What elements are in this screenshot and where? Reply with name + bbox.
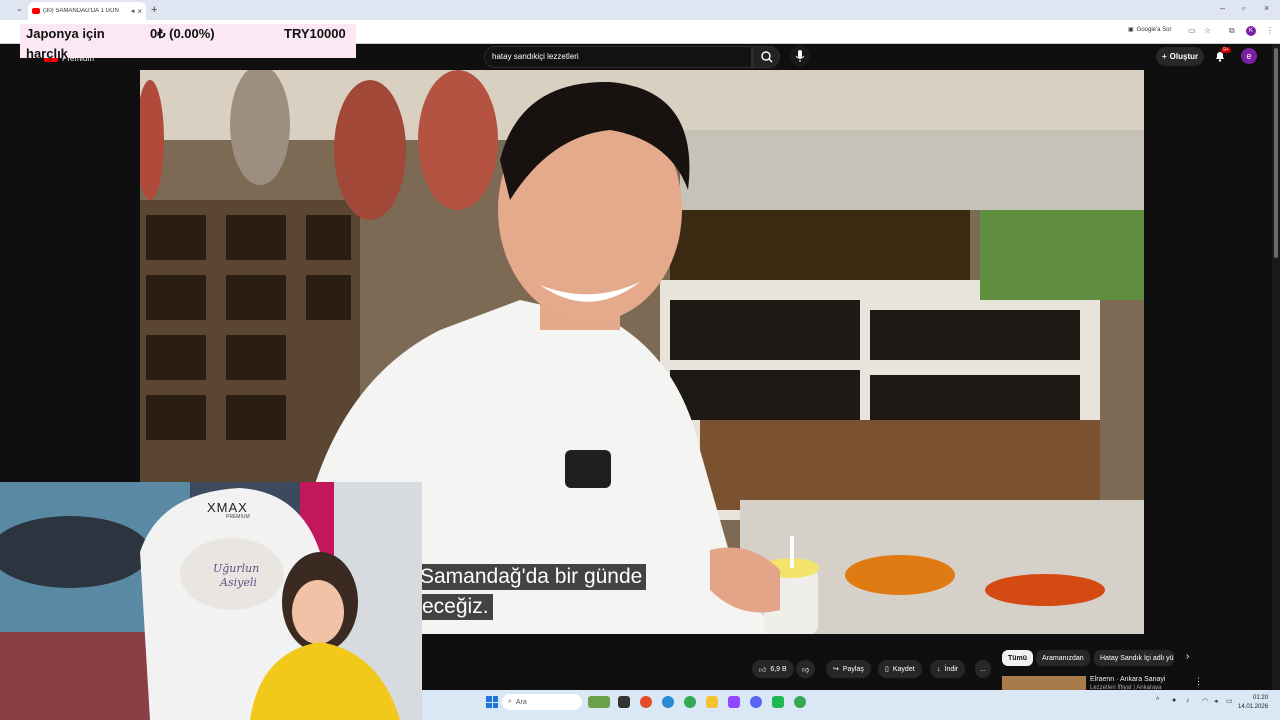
file-explorer-icon[interactable] (706, 696, 718, 708)
taskbar-search-input[interactable]: ⌕ Ara (502, 694, 582, 710)
notification-badge: 9+ (1221, 47, 1231, 53)
chips-next-icon[interactable]: › (1186, 651, 1189, 662)
discord-icon[interactable] (750, 696, 762, 708)
taskbar-clock[interactable]: 01:20 14.01.2026 (1238, 694, 1268, 712)
task-view-icon[interactable] (618, 696, 630, 708)
voice-search-button[interactable] (790, 46, 810, 66)
share-icon: ↪ (833, 666, 839, 673)
subtitle-line-2: eceğiz. (418, 594, 493, 620)
pillow-text-line2: Asiyeli (220, 576, 257, 589)
recommendation-thumbnail[interactable] (1002, 676, 1086, 690)
thumbs-down-icon: 👎︎ (802, 666, 810, 674)
webcam-feed: XMAX PREMIUM Uğurlun Asiyeli (0, 482, 422, 720)
wifi-icon[interactable]: ◠ (1202, 697, 1208, 705)
share-label: Paylaş (842, 665, 864, 673)
search-icon (761, 51, 773, 63)
minimize-icon[interactable]: – (1220, 3, 1225, 13)
chip-all[interactable]: Tümü (1002, 650, 1034, 666)
google-sor-label: Google'a Sor (1136, 26, 1172, 33)
recommendation-menu-icon[interactable]: ⋮ (1194, 676, 1203, 687)
subtitle-line-1: Samandağ'da bir günde (416, 564, 647, 590)
recommendation-title[interactable]: Elraenn · Ankara Sanayi (1090, 676, 1166, 683)
youtube-favicon-icon (32, 8, 40, 14)
tray-chevron-icon[interactable]: ^ (1156, 697, 1159, 704)
goal-title-line1: Japonya için (26, 26, 105, 41)
weather-widget-icon[interactable] (588, 696, 610, 708)
tab-title: (30) SAMANDAĞ'DA 1 GÜN (43, 8, 119, 14)
speaker-icon[interactable]: ◂ (131, 7, 135, 15)
extensions-icon[interactable]: ⧉ (1229, 26, 1235, 36)
chrome-profile-icon[interactable] (794, 696, 806, 708)
download-button[interactable]: ↓ İndir (930, 660, 966, 678)
tray-app-icon[interactable]: ● (1172, 697, 1176, 704)
app-icon-1[interactable] (640, 696, 652, 708)
goal-amount: 0₺ (0.00%) (150, 26, 215, 41)
tab-search-icon[interactable]: ⌄ (16, 4, 23, 13)
save-label: Kaydet (892, 665, 915, 673)
browser-tab-active[interactable]: (30) SAMANDAĞ'DA 1 GÜN ◂ × (28, 2, 146, 20)
chip-from-search[interactable]: Aramanızdan (1036, 650, 1090, 666)
webcam-image (0, 482, 422, 720)
spotify-icon[interactable] (772, 696, 784, 708)
thumbs-up-icon: 👍︎ (759, 666, 767, 674)
bookmark-icon: ▯ (885, 666, 889, 673)
search-button[interactable] (752, 46, 780, 68)
dislike-button[interactable]: 👎︎ (796, 660, 816, 678)
create-button[interactable]: + Oluştur (1156, 47, 1204, 66)
volume-icon[interactable]: ◂ (1214, 697, 1218, 705)
more-actions-button[interactable]: ... (975, 660, 991, 678)
clock-date: 14.01.2026 (1238, 704, 1269, 710)
chair-brand: XMAX (207, 500, 248, 515)
window-close-icon[interactable]: × (1264, 3, 1269, 13)
browser-menu-icon[interactable]: ⋮ (1266, 26, 1274, 35)
google-sor-button[interactable]: ▣ Google'a Sor (1128, 26, 1172, 34)
bookmark-star-icon[interactable]: ☆ (1204, 26, 1211, 35)
download-label: İndir (944, 665, 959, 673)
browser-profile-avatar[interactable]: K (1246, 26, 1256, 36)
clock-time: 01:20 (1253, 695, 1269, 701)
share-button[interactable]: ↪ Paylaş (826, 660, 871, 678)
screen: ⌄ (30) SAMANDAĞ'DA 1 GÜN ◂ × + – ▫ × ▣ G… (0, 0, 1280, 720)
cast-icon[interactable]: ▭ (1188, 26, 1196, 35)
battery-icon[interactable]: ▭ (1226, 697, 1233, 705)
new-tab-icon[interactable]: + (151, 4, 157, 16)
like-button[interactable]: 👍︎ 6,9 B (752, 660, 794, 678)
restore-icon[interactable]: ▫ (1242, 3, 1245, 13)
like-count: 6,9 B (770, 665, 787, 673)
goal-target: TRY10000 (284, 26, 346, 41)
pillow-text-line1: Uğurlun (213, 562, 260, 575)
more-label: ... (980, 665, 986, 673)
chrome-icon[interactable] (684, 696, 696, 708)
create-label: Oluştur (1169, 52, 1199, 61)
microphone-icon (795, 50, 805, 62)
windows-start-icon[interactable] (486, 696, 498, 708)
taskbar-search-placeholder: Ara (515, 698, 527, 706)
save-button[interactable]: ▯ Kaydet (878, 660, 922, 678)
scrollbar-thumb[interactable] (1274, 48, 1278, 258)
taskbar-search-icon: ⌕ (508, 698, 512, 705)
lens-icon: ▣ (1128, 27, 1134, 33)
tab-close-icon[interactable]: × (137, 7, 142, 16)
user-avatar[interactable]: e (1241, 48, 1257, 64)
chair-brand-sub: PREMIUM (226, 514, 250, 520)
goal-title-line2: harçlık (26, 46, 68, 61)
download-icon: ↓ (937, 665, 941, 673)
twitch-icon[interactable] (728, 696, 740, 708)
plus-icon: + (1162, 52, 1167, 61)
tray-mic-icon[interactable]: ♪ (1186, 697, 1190, 704)
edge-icon[interactable] (662, 696, 674, 708)
chip-related[interactable]: Hatay Sandık İçi adlı yü (1094, 650, 1174, 666)
search-input-value: hatay sandıkiçi lezzetleri (492, 52, 579, 61)
browser-tab-strip: ⌄ (30) SAMANDAĞ'DA 1 GÜN ◂ × + – ▫ × (0, 0, 1280, 20)
